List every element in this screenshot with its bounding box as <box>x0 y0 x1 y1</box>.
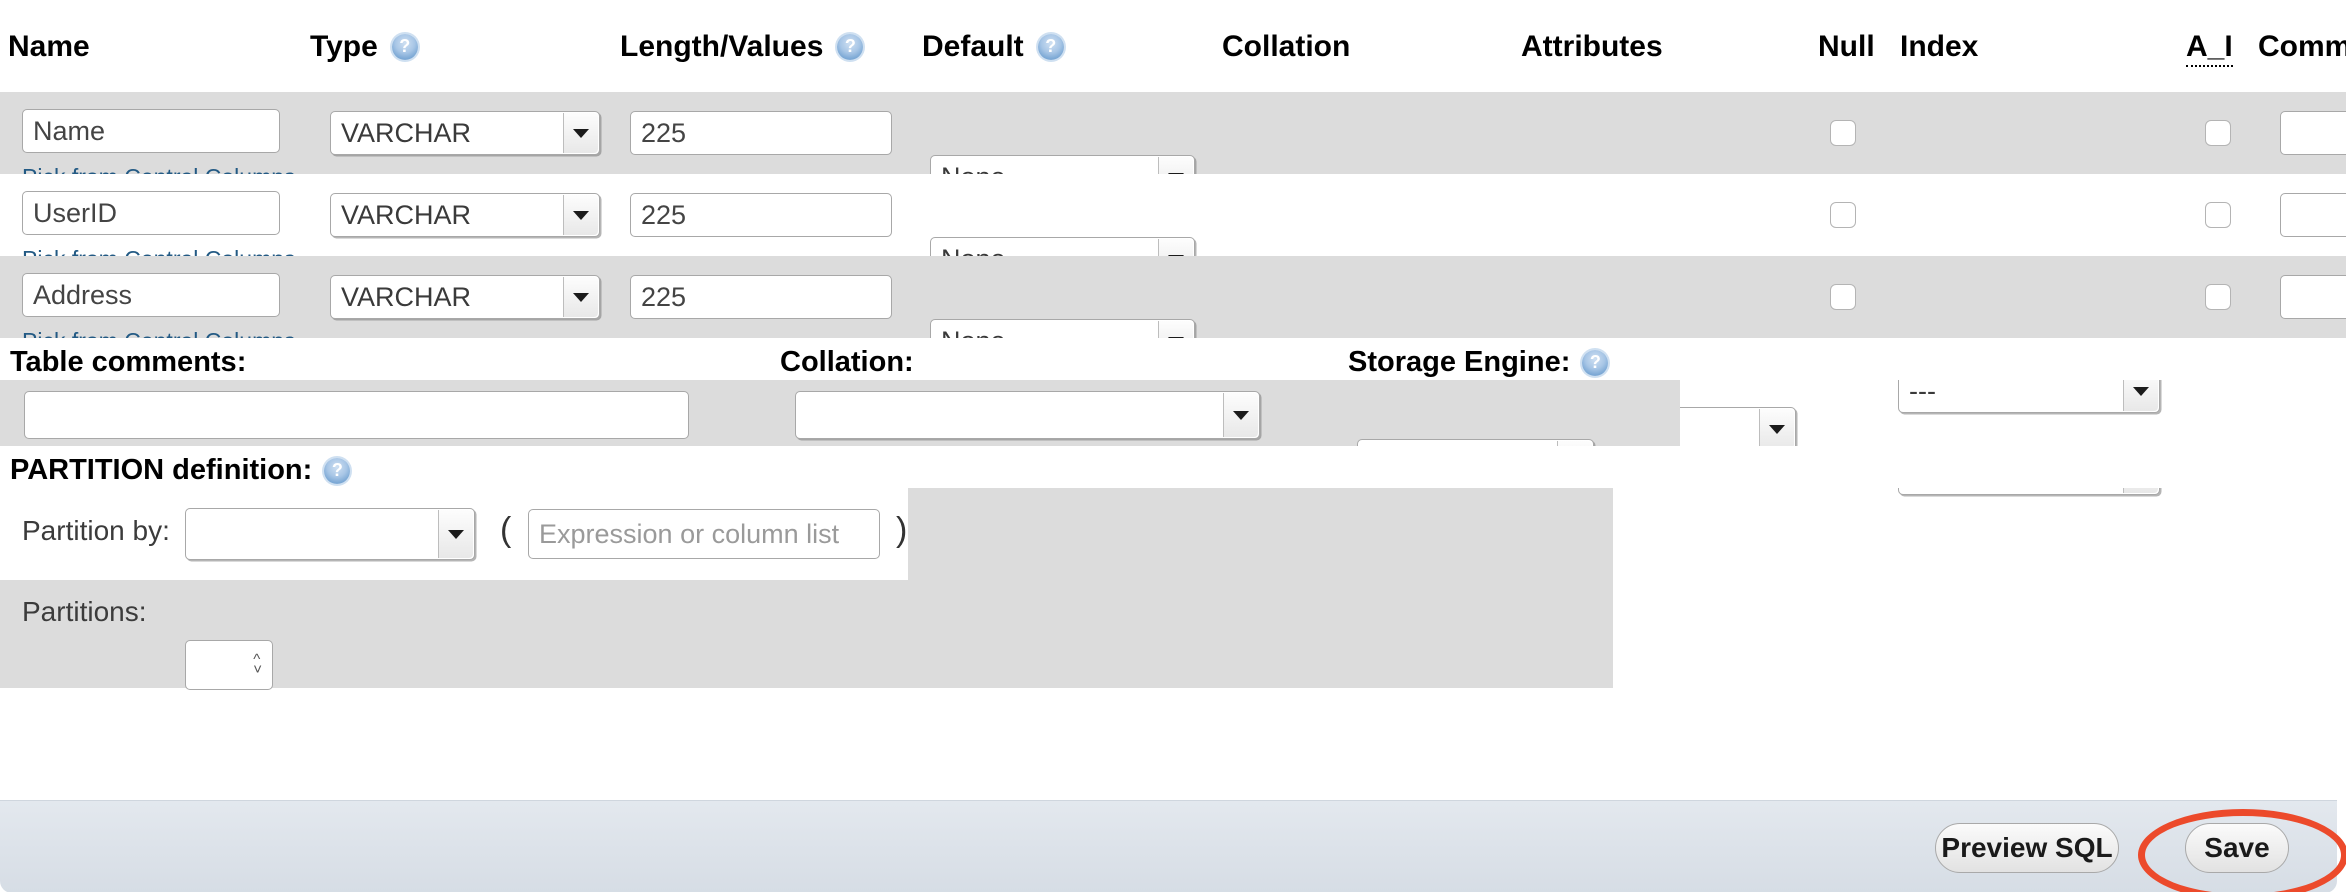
partition-box: Partition by: ( ) Partitions: ^ ˅ <box>0 488 1613 690</box>
column-null-checkbox[interactable] <box>1830 120 1856 146</box>
header-name-label: Name <box>8 30 90 63</box>
header-ai-label: A_I <box>2186 30 2233 67</box>
table-row: Pick from Central Columns VARCHAR None -… <box>0 92 2346 331</box>
help-icon-partition[interactable] <box>324 457 351 484</box>
column-ai-checkbox[interactable] <box>2205 202 2231 228</box>
partition-by-label: Partition by: <box>22 515 170 546</box>
help-icon-length[interactable] <box>837 34 864 60</box>
columns-header-row: Name Type Length/Values Default Collatio… <box>0 0 2346 92</box>
partition-by-select[interactable] <box>185 508 475 560</box>
create-table-form: Name Type Length/Values Default Collatio… <box>0 0 2346 892</box>
header-comments-label: Comments <box>2258 30 2346 63</box>
column-comments-input[interactable] <box>2280 193 2346 237</box>
header-default: Default <box>922 30 1064 64</box>
header-null: Null <box>1818 30 1875 64</box>
chevron-down-icon <box>563 277 598 317</box>
header-index: Index <box>1900 30 1978 64</box>
column-name-input[interactable] <box>22 273 280 317</box>
header-attributes: Attributes <box>1521 30 1663 64</box>
help-icon-storage-engine[interactable] <box>1582 349 1609 376</box>
preview-sql-button[interactable]: Preview SQL <box>1935 823 2119 873</box>
column-length-input[interactable] <box>630 275 892 319</box>
chevron-down-icon <box>1223 393 1258 437</box>
header-index-label: Index <box>1900 30 1979 63</box>
chevron-down-icon <box>563 113 598 153</box>
column-type-value: VARCHAR <box>341 117 472 148</box>
header-collation-label: Collation <box>1222 30 1351 63</box>
table-options-labels: Table comments: Collation: Storage Engin… <box>0 338 2346 380</box>
chevron-down-icon <box>563 195 598 235</box>
save-button[interactable]: Save <box>2185 823 2289 873</box>
table-options-band: InnoDB <box>0 380 1680 487</box>
partitions-stepper[interactable]: ^ ˅ <box>185 640 273 690</box>
column-index-value: --- <box>1909 375 1936 406</box>
column-comments-input[interactable] <box>2280 275 2346 319</box>
header-null-label: Null <box>1818 30 1875 63</box>
header-ai: A_I <box>2186 30 2233 67</box>
column-ai-checkbox[interactable] <box>2205 120 2231 146</box>
header-default-label: Default <box>922 30 1024 63</box>
partition-definition-label: PARTITION definition: <box>10 454 351 487</box>
header-attributes-label: Attributes <box>1521 30 1663 63</box>
stepper-arrows-icon[interactable]: ^ ˅ <box>253 652 262 677</box>
partition-title-row: PARTITION definition: <box>0 446 2346 488</box>
help-icon-type[interactable] <box>391 34 418 60</box>
header-type-label: Type <box>310 30 378 63</box>
table-collation-select[interactable] <box>795 391 1260 439</box>
collation-label: Collation: <box>780 346 914 378</box>
column-null-checkbox[interactable] <box>1830 284 1856 310</box>
storage-engine-label: Storage Engine: <box>1348 346 1609 379</box>
header-collation: Collation <box>1222 30 1350 64</box>
chevron-down-icon <box>438 510 473 558</box>
header-length: Length/Values <box>620 30 864 64</box>
column-type-select[interactable]: VARCHAR <box>330 193 600 237</box>
column-length-input[interactable] <box>630 193 892 237</box>
column-comments-input[interactable] <box>2280 111 2346 155</box>
table-comments-label: Table comments: <box>10 346 247 378</box>
column-name-input[interactable] <box>22 191 280 235</box>
column-length-input[interactable] <box>630 111 892 155</box>
column-type-value: VARCHAR <box>341 281 472 312</box>
column-ai-checkbox[interactable] <box>2205 284 2231 310</box>
partitions-label: Partitions: <box>22 596 147 627</box>
help-icon-default[interactable] <box>1037 34 1064 60</box>
table-comments-input[interactable] <box>24 391 689 439</box>
close-paren: ) <box>896 511 908 549</box>
open-paren: ( <box>500 511 512 549</box>
column-name-input[interactable] <box>22 109 280 153</box>
header-type: Type <box>310 30 418 64</box>
header-comments: Comments <box>2258 30 2346 64</box>
column-null-checkbox[interactable] <box>1830 202 1856 228</box>
column-type-select[interactable]: VARCHAR <box>330 275 600 319</box>
partition-expression-input[interactable] <box>528 509 880 559</box>
column-type-value: VARCHAR <box>341 199 472 230</box>
form-footer: Preview SQL Save <box>0 800 2346 892</box>
table-row: Pick from Central Columns VARCHAR None -… <box>0 174 2346 413</box>
column-type-select[interactable]: VARCHAR <box>330 111 600 155</box>
table-row: Pick from Central Columns VARCHAR None -… <box>0 256 2346 495</box>
chevron-down-icon <box>1759 409 1794 449</box>
header-length-label: Length/Values <box>620 30 824 63</box>
header-name: Name <box>8 30 90 64</box>
